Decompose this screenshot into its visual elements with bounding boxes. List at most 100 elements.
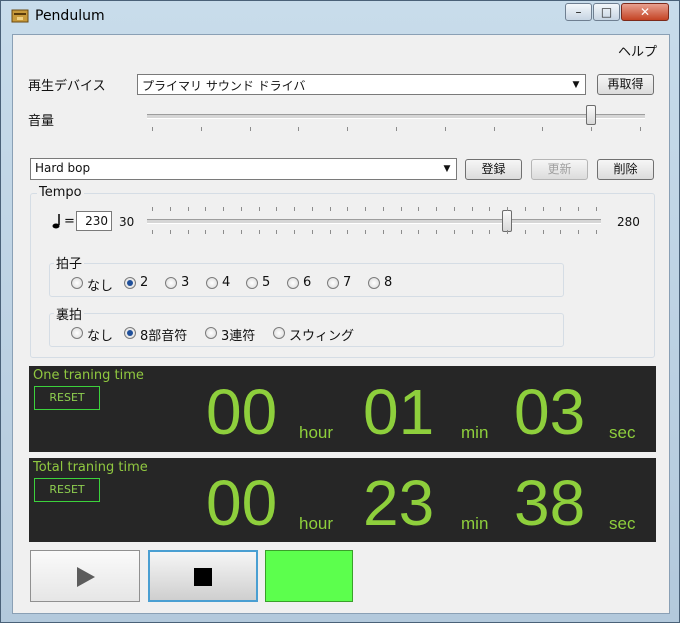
radio-label: 8部音符	[140, 329, 188, 344]
slider-tick	[240, 230, 242, 234]
radio-label: 3	[181, 275, 190, 290]
slider-tick	[152, 207, 153, 211]
volume-label: 音量	[28, 114, 55, 129]
radio-label: 7	[343, 275, 352, 290]
slider-tick	[258, 230, 260, 234]
device-select[interactable]: プライマリ サウンド ドライバ ▼	[137, 74, 586, 95]
slider-tick	[347, 127, 349, 131]
radio-label: 6	[303, 275, 312, 290]
slider-tick	[382, 230, 384, 234]
slider-tick	[400, 230, 402, 234]
slider-tick	[578, 207, 580, 211]
slider-tick	[200, 127, 202, 131]
slider-tick	[223, 207, 225, 211]
timer-min-unit: min	[461, 423, 489, 442]
radio-button[interactable]	[71, 327, 83, 339]
radio-button[interactable]	[287, 277, 299, 289]
slider-tick	[152, 127, 153, 131]
slider-tick	[365, 230, 367, 234]
tempo-equals: =	[64, 214, 75, 229]
slider-tick	[560, 207, 562, 211]
slider-tick	[276, 207, 278, 211]
slider-tick	[169, 230, 171, 234]
running-indicator	[265, 550, 353, 602]
volume-slider-thumb[interactable]	[586, 105, 597, 125]
radio-button[interactable]	[246, 277, 258, 289]
preset-select-value: Hard bop	[35, 161, 91, 175]
radio-label: スウィング	[289, 329, 355, 344]
maximize-button[interactable]: □	[593, 3, 620, 21]
client-area: ヘルプ 再生デバイス プライマリ サウンド ドライバ ▼ 再取得 音量 Hard…	[12, 34, 670, 614]
radio-button[interactable]	[205, 327, 217, 339]
slider-tick	[223, 230, 225, 234]
slider-tick	[187, 230, 189, 234]
slider-tick	[258, 207, 260, 211]
radio-button[interactable]	[71, 277, 83, 289]
slider-tick	[507, 230, 509, 234]
close-button[interactable]: ✕	[621, 3, 669, 21]
slider-tick	[507, 207, 509, 211]
slider-tick	[560, 230, 562, 234]
device-label: 再生デバイス	[28, 79, 106, 94]
app-window: Pendulum – □ ✕ ヘルプ 再生デバイス プライマリ サウンド ドライ…	[0, 0, 680, 623]
timer-min-unit: min	[461, 514, 489, 533]
radio-button[interactable]	[273, 327, 285, 339]
help-menu[interactable]: ヘルプ	[618, 41, 657, 60]
device-refresh-button[interactable]: 再取得	[597, 74, 654, 95]
slider-tick	[152, 230, 153, 234]
slider-tick	[453, 230, 455, 234]
radio-button[interactable]	[124, 277, 136, 289]
slider-tick	[591, 127, 593, 131]
timer-hour-unit: hour	[299, 423, 334, 442]
play-button[interactable]	[30, 550, 140, 602]
metronome-app-icon	[11, 9, 29, 23]
radio-label: なし	[87, 329, 114, 344]
slider-tick	[298, 127, 300, 131]
slider-tick	[489, 207, 491, 211]
slider-tick	[276, 230, 278, 234]
preset-select[interactable]: Hard bop ▼	[30, 158, 457, 180]
slider-tick	[436, 230, 438, 234]
slider-tick	[311, 230, 313, 234]
radio-button[interactable]	[327, 277, 339, 289]
tempo-value-input[interactable]: 230	[76, 211, 112, 231]
timer-reset-button[interactable]: RESET	[34, 386, 100, 410]
slider-tick	[524, 207, 526, 211]
slider-tick	[249, 127, 251, 131]
tempo-slider-thumb[interactable]	[502, 210, 513, 232]
title-bar[interactable]: Pendulum – □ ✕	[1, 1, 679, 31]
backbeat-group-label: 裏拍	[54, 304, 85, 323]
preset-register-button[interactable]: 登録	[465, 159, 522, 180]
tempo-slider[interactable]	[147, 203, 601, 239]
volume-slider[interactable]	[147, 105, 645, 135]
tempo-slider-track	[147, 219, 601, 224]
preset-delete-button[interactable]: 削除	[597, 159, 654, 180]
window-title: Pendulum	[35, 8, 105, 24]
slider-tick	[640, 127, 641, 131]
slider-tick	[444, 127, 446, 131]
slider-tick	[205, 230, 207, 234]
play-icon	[77, 567, 95, 587]
slider-tick	[329, 230, 331, 234]
radio-label: なし	[87, 279, 114, 294]
radio-button[interactable]	[165, 277, 177, 289]
volume-slider-track	[147, 114, 645, 119]
radio-button[interactable]	[124, 327, 136, 339]
chevron-down-icon: ▼	[572, 80, 580, 90]
slider-tick	[542, 127, 544, 131]
slider-tick	[187, 207, 189, 211]
radio-button[interactable]	[206, 277, 218, 289]
slider-tick	[596, 207, 597, 211]
stop-button[interactable]	[148, 550, 258, 602]
timer-sec-unit: sec	[609, 514, 636, 533]
preset-update-button[interactable]: 更新	[531, 159, 588, 180]
beat-group-label: 拍子	[54, 253, 85, 272]
quarter-note-icon	[52, 214, 60, 229]
minimize-button[interactable]: –	[565, 3, 592, 21]
one-training-timer: One traning time RESET 00 hour 01 min 03…	[29, 366, 656, 452]
slider-tick	[311, 207, 313, 211]
timer-reset-button[interactable]: RESET	[34, 478, 100, 502]
radio-button[interactable]	[368, 277, 380, 289]
slider-tick	[329, 207, 331, 211]
slider-tick	[418, 207, 420, 211]
